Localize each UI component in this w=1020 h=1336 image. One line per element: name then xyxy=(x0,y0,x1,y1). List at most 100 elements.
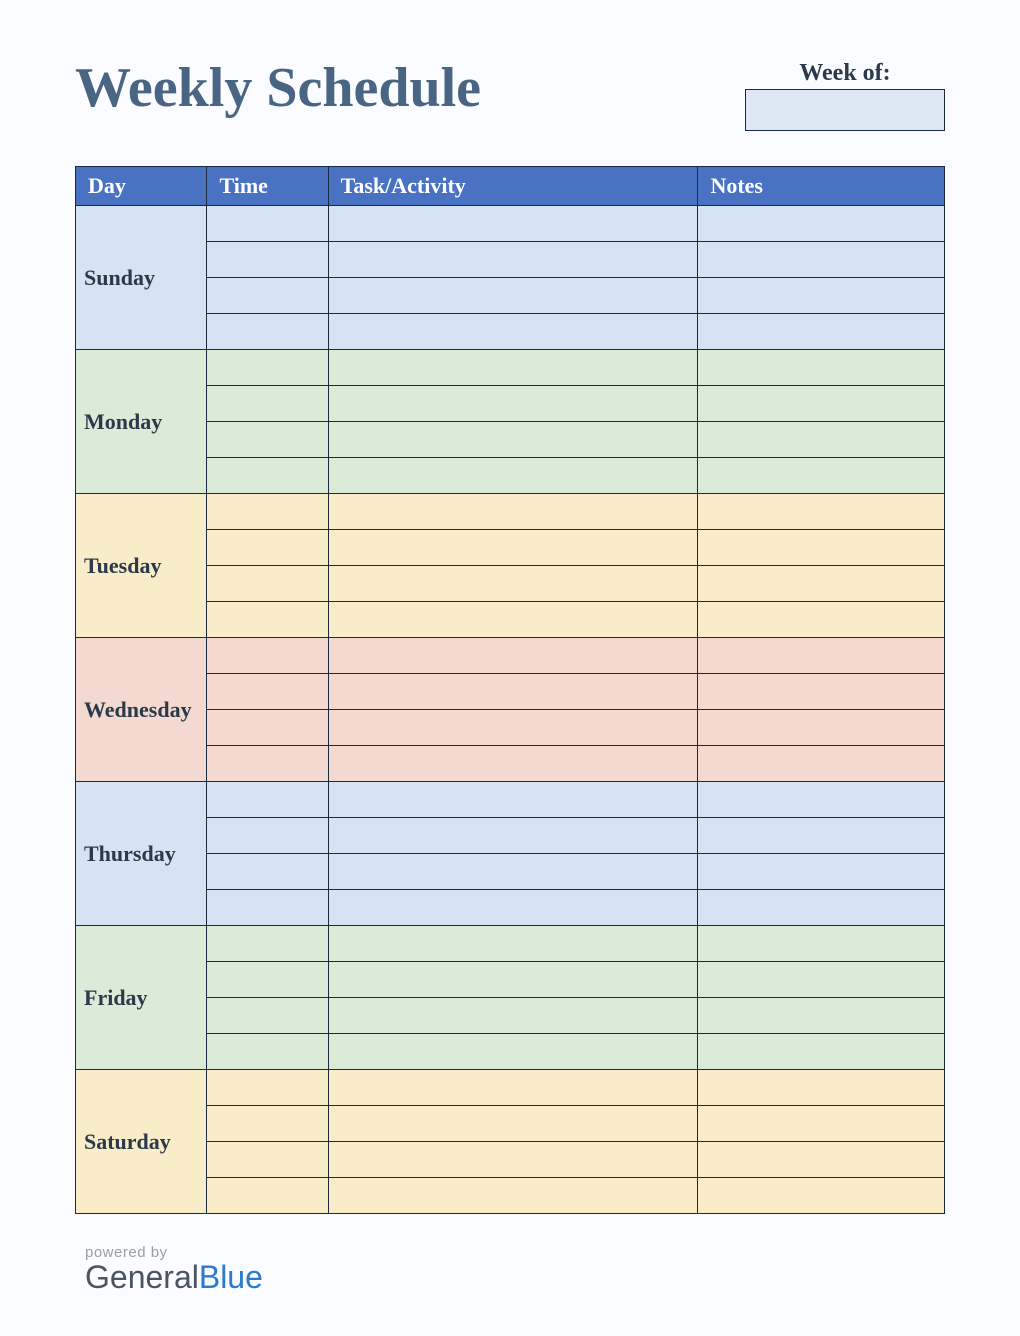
notes-cell[interactable] xyxy=(698,926,945,962)
notes-cell[interactable] xyxy=(698,746,945,782)
notes-cell[interactable] xyxy=(698,1178,945,1214)
notes-cell[interactable] xyxy=(698,1070,945,1106)
notes-cell[interactable] xyxy=(698,782,945,818)
task-cell[interactable] xyxy=(328,242,698,278)
notes-cell[interactable] xyxy=(698,1034,945,1070)
notes-cell[interactable] xyxy=(698,278,945,314)
day-cell: Tuesday xyxy=(76,494,207,638)
time-cell[interactable] xyxy=(207,746,328,782)
task-cell[interactable] xyxy=(328,818,698,854)
time-cell[interactable] xyxy=(207,998,328,1034)
task-cell[interactable] xyxy=(328,530,698,566)
time-cell[interactable] xyxy=(207,818,328,854)
time-cell[interactable] xyxy=(207,926,328,962)
table-row: Thursday xyxy=(76,782,945,818)
time-cell[interactable] xyxy=(207,962,328,998)
day-cell: Friday xyxy=(76,926,207,1070)
notes-cell[interactable] xyxy=(698,422,945,458)
day-cell: Sunday xyxy=(76,206,207,350)
time-cell[interactable] xyxy=(207,566,328,602)
task-cell[interactable] xyxy=(328,998,698,1034)
notes-cell[interactable] xyxy=(698,674,945,710)
time-cell[interactable] xyxy=(207,422,328,458)
table-row: Saturday xyxy=(76,1070,945,1106)
notes-cell[interactable] xyxy=(698,890,945,926)
task-cell[interactable] xyxy=(328,602,698,638)
notes-cell[interactable] xyxy=(698,566,945,602)
task-cell[interactable] xyxy=(328,206,698,242)
notes-cell[interactable] xyxy=(698,710,945,746)
col-header-day: Day xyxy=(76,167,207,206)
time-cell[interactable] xyxy=(207,890,328,926)
task-cell[interactable] xyxy=(328,458,698,494)
brand-logo: GeneralBlue xyxy=(85,1259,945,1296)
notes-cell[interactable] xyxy=(698,530,945,566)
notes-cell[interactable] xyxy=(698,494,945,530)
task-cell[interactable] xyxy=(328,638,698,674)
notes-cell[interactable] xyxy=(698,638,945,674)
task-cell[interactable] xyxy=(328,890,698,926)
footer: powered by GeneralBlue xyxy=(75,1244,945,1296)
notes-cell[interactable] xyxy=(698,998,945,1034)
notes-cell[interactable] xyxy=(698,962,945,998)
time-cell[interactable] xyxy=(207,1178,328,1214)
time-cell[interactable] xyxy=(207,350,328,386)
task-cell[interactable] xyxy=(328,782,698,818)
notes-cell[interactable] xyxy=(698,350,945,386)
task-cell[interactable] xyxy=(328,494,698,530)
time-cell[interactable] xyxy=(207,710,328,746)
task-cell[interactable] xyxy=(328,314,698,350)
time-cell[interactable] xyxy=(207,314,328,350)
table-row: Monday xyxy=(76,350,945,386)
time-cell[interactable] xyxy=(207,1142,328,1178)
task-cell[interactable] xyxy=(328,566,698,602)
notes-cell[interactable] xyxy=(698,242,945,278)
task-cell[interactable] xyxy=(328,386,698,422)
time-cell[interactable] xyxy=(207,386,328,422)
task-cell[interactable] xyxy=(328,1070,698,1106)
task-cell[interactable] xyxy=(328,278,698,314)
task-cell[interactable] xyxy=(328,422,698,458)
notes-cell[interactable] xyxy=(698,1142,945,1178)
day-cell: Saturday xyxy=(76,1070,207,1214)
task-cell[interactable] xyxy=(328,926,698,962)
task-cell[interactable] xyxy=(328,746,698,782)
notes-cell[interactable] xyxy=(698,458,945,494)
task-cell[interactable] xyxy=(328,1106,698,1142)
notes-cell[interactable] xyxy=(698,314,945,350)
notes-cell[interactable] xyxy=(698,386,945,422)
task-cell[interactable] xyxy=(328,854,698,890)
notes-cell[interactable] xyxy=(698,602,945,638)
time-cell[interactable] xyxy=(207,1070,328,1106)
task-cell[interactable] xyxy=(328,1034,698,1070)
time-cell[interactable] xyxy=(207,278,328,314)
time-cell[interactable] xyxy=(207,1034,328,1070)
time-cell[interactable] xyxy=(207,674,328,710)
time-cell[interactable] xyxy=(207,638,328,674)
task-cell[interactable] xyxy=(328,1178,698,1214)
task-cell[interactable] xyxy=(328,710,698,746)
task-cell[interactable] xyxy=(328,1142,698,1178)
notes-cell[interactable] xyxy=(698,818,945,854)
notes-cell[interactable] xyxy=(698,854,945,890)
notes-cell[interactable] xyxy=(698,206,945,242)
time-cell[interactable] xyxy=(207,602,328,638)
task-cell[interactable] xyxy=(328,962,698,998)
time-cell[interactable] xyxy=(207,494,328,530)
table-row: Friday xyxy=(76,926,945,962)
week-of-input[interactable] xyxy=(745,89,945,131)
brand-part-b: Blue xyxy=(199,1259,263,1295)
table-row: Sunday xyxy=(76,206,945,242)
notes-cell[interactable] xyxy=(698,1106,945,1142)
time-cell[interactable] xyxy=(207,782,328,818)
task-cell[interactable] xyxy=(328,674,698,710)
time-cell[interactable] xyxy=(207,458,328,494)
table-row: Tuesday xyxy=(76,494,945,530)
time-cell[interactable] xyxy=(207,1106,328,1142)
time-cell[interactable] xyxy=(207,530,328,566)
table-header-row: Day Time Task/Activity Notes xyxy=(76,167,945,206)
time-cell[interactable] xyxy=(207,242,328,278)
task-cell[interactable] xyxy=(328,350,698,386)
time-cell[interactable] xyxy=(207,206,328,242)
time-cell[interactable] xyxy=(207,854,328,890)
